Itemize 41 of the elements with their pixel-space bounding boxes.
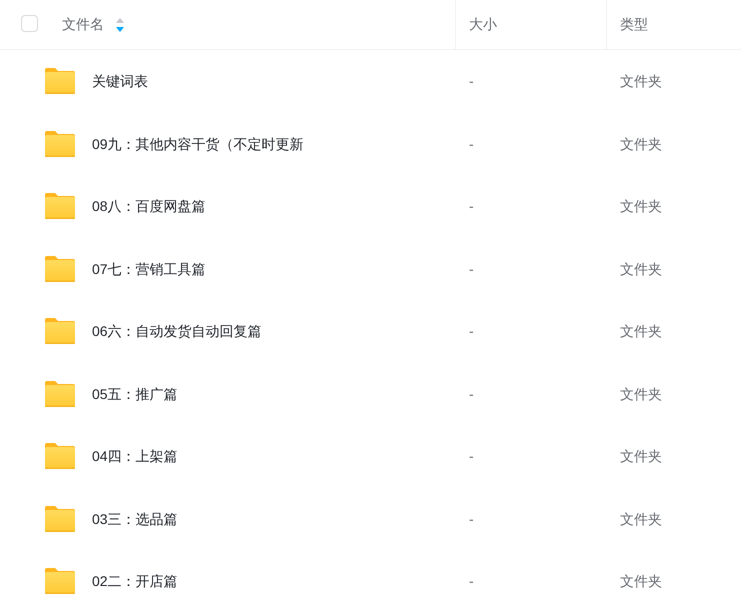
file-size: - (469, 322, 474, 342)
folder-icon (45, 568, 75, 594)
sort-icon[interactable] (116, 18, 124, 32)
folder-name[interactable]: 02二：开店篇 (92, 571, 178, 592)
file-type: 文件夹 (620, 197, 662, 216)
folder-name[interactable]: 09九：其他内容干货（不定时更新 (92, 134, 304, 154)
file-type: 文件夹 (620, 134, 662, 154)
select-all-checkbox[interactable] (21, 15, 38, 32)
file-type: 文件夹 (620, 384, 662, 404)
folder-name[interactable]: 关键词表 (92, 71, 148, 92)
file-size: - (469, 510, 474, 529)
file-size: - (469, 197, 474, 216)
file-size: - (469, 72, 474, 92)
file-size: - (469, 572, 474, 592)
file-type: 文件夹 (620, 447, 662, 466)
column-header[interactable]: 文件名 (62, 14, 104, 34)
folder-icon (45, 443, 75, 470)
folder-name[interactable]: 07七：营销工具篇 (92, 258, 206, 279)
folder-name[interactable]: 05五：推广篇 (92, 384, 178, 404)
folder-icon (45, 130, 75, 157)
folder-icon (45, 506, 75, 532)
folder-name[interactable]: 04四：上架篇 (92, 446, 178, 466)
file-type: 文件夹 (620, 72, 662, 92)
folder-name[interactable]: 08八：百度网盘篇 (92, 196, 206, 216)
folder-icon (45, 318, 75, 344)
column-header[interactable]: 大小 (469, 14, 497, 34)
file-size: - (469, 447, 474, 466)
file-size: - (469, 384, 474, 404)
column-header[interactable]: 类型 (620, 14, 648, 34)
file-type: 文件夹 (620, 322, 662, 342)
file-type: 文件夹 (620, 510, 662, 529)
file-type: 文件夹 (620, 260, 662, 279)
folder-name[interactable]: 06六：自动发货自动回复篇 (92, 321, 262, 342)
folder-icon (45, 68, 75, 94)
folder-icon (45, 256, 75, 282)
file-type: 文件夹 (620, 572, 662, 592)
file-size: - (469, 260, 474, 279)
folder-name[interactable]: 03三：选品篇 (92, 508, 178, 529)
folder-icon (45, 193, 75, 220)
folder-icon (45, 380, 75, 407)
file-size: - (469, 134, 474, 154)
